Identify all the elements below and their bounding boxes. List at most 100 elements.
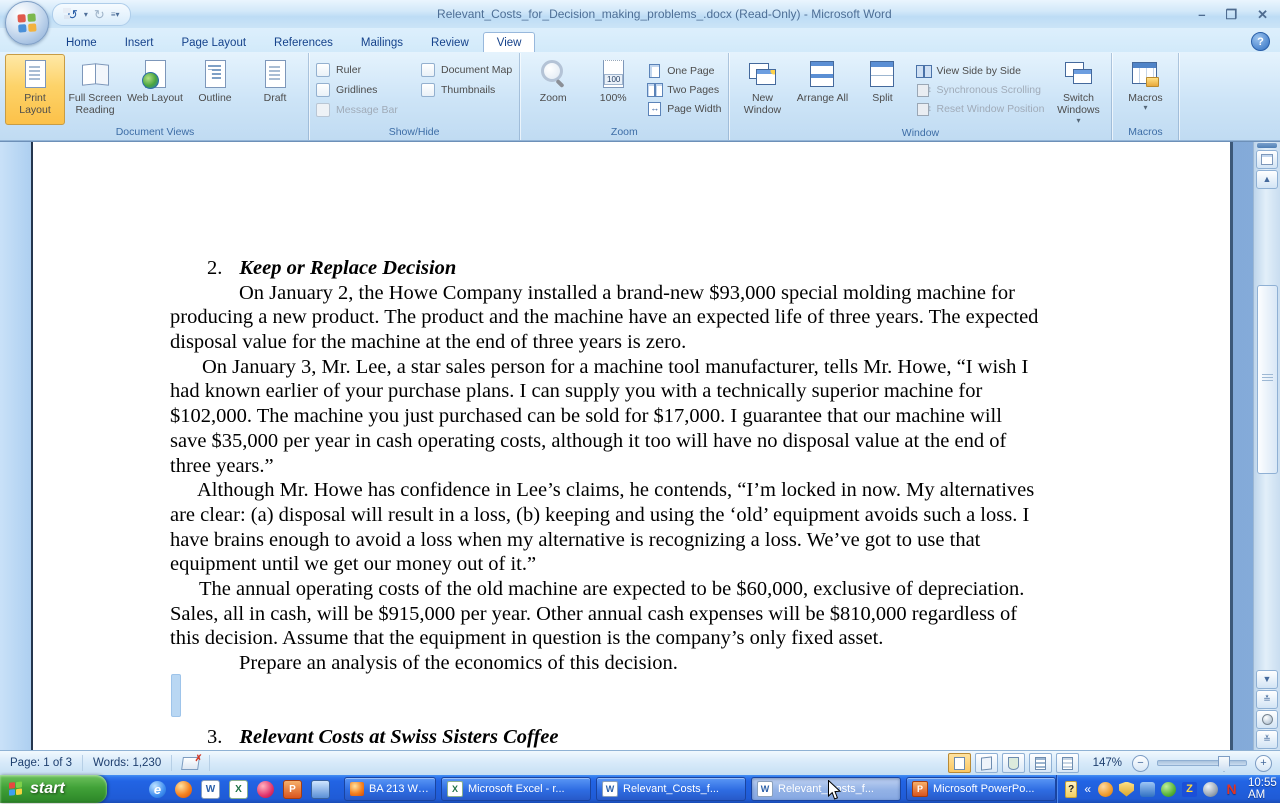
- zoom-100-button[interactable]: 100%: [583, 54, 643, 125]
- word-count[interactable]: Words: 1,230: [83, 755, 172, 771]
- two-pages-button[interactable]: Two Pages: [643, 80, 725, 99]
- new-window-button[interactable]: New Window: [732, 54, 792, 126]
- zonealarm-icon[interactable]: [1182, 782, 1197, 797]
- quick-launch: [149, 780, 330, 799]
- draft-icon: [259, 58, 291, 90]
- document-area: 2.Keep or Replace DecisionOn January 2, …: [0, 141, 1280, 750]
- outline-button[interactable]: Outline: [185, 54, 245, 125]
- blue-utility-icon[interactable]: [1140, 782, 1155, 797]
- page-count[interactable]: Page: 1 of 3: [8, 755, 83, 771]
- view-ruler-toggle-button[interactable]: [1256, 150, 1278, 169]
- start-button[interactable]: start: [0, 775, 107, 803]
- doc-line: On January 3, Mr. Lee, a star sales pers…: [202, 355, 1038, 380]
- taskbar-button[interactable]: Microsoft Excel - r...: [441, 777, 591, 801]
- norton-icon[interactable]: [1224, 782, 1239, 797]
- group-label: Show/Hide: [312, 125, 516, 140]
- document-map-checkbox[interactable]: Document Map: [417, 60, 516, 80]
- excel-icon[interactable]: [229, 780, 248, 799]
- button-label: Full Screen Reading: [67, 92, 123, 117]
- split-button[interactable]: Split: [852, 54, 912, 126]
- minimize-button[interactable]: –: [1198, 8, 1205, 21]
- doc-line: The annual operating costs of the old ma…: [199, 577, 1038, 602]
- group-label: Macros: [1115, 125, 1175, 140]
- vertical-scrollbar[interactable]: ▲ ▼ ≛ ≚: [1253, 142, 1280, 750]
- next-page-button[interactable]: ≚: [1256, 730, 1278, 749]
- ruler-checkbox[interactable]: Ruler: [312, 60, 417, 80]
- taskbar: start BA 213 W11 (Pasc... Microsoft Excel…: [0, 775, 1280, 803]
- message-bar-checkbox: Message Bar: [312, 100, 417, 120]
- tab-view[interactable]: View: [483, 32, 536, 52]
- checkbox-icon: [421, 63, 435, 77]
- scroll-up-button[interactable]: ▲: [1256, 170, 1278, 189]
- powerpoint-icon[interactable]: [283, 780, 302, 799]
- tray-help-icon[interactable]: ?: [1065, 781, 1077, 798]
- zoom-level[interactable]: 147%: [1093, 757, 1122, 769]
- firefox-icon[interactable]: [175, 781, 192, 798]
- network-globe-icon[interactable]: [1203, 782, 1218, 797]
- browse-object-icon: [1262, 714, 1273, 725]
- status-web-layout-button[interactable]: [1002, 753, 1025, 773]
- thumbnails-checkbox[interactable]: Thumbnails: [417, 80, 516, 100]
- split-handle-icon[interactable]: [1257, 143, 1277, 148]
- qat-customize-button[interactable]: ≡▾: [111, 10, 120, 19]
- doc-line: three years.”: [170, 454, 1038, 479]
- restore-button[interactable]: ❐: [1225, 8, 1237, 21]
- one-page-button[interactable]: One Page: [643, 61, 725, 80]
- zoom-slider[interactable]: [1157, 760, 1247, 766]
- item-label: One Page: [667, 65, 714, 77]
- heading-number: 2.: [207, 257, 222, 279]
- scrollbar-thumb[interactable]: [1257, 285, 1278, 474]
- security-shield-icon[interactable]: [1119, 782, 1134, 797]
- help-icon[interactable]: ?: [1251, 32, 1270, 51]
- zoom-button[interactable]: Zoom: [523, 54, 583, 125]
- tab-page-layout[interactable]: Page Layout: [167, 32, 260, 52]
- taskbar-button[interactable]: Relevant_Costs_f...: [751, 777, 901, 801]
- tab-review[interactable]: Review: [417, 32, 483, 52]
- full-screen-reading-button[interactable]: Full Screen Reading: [65, 54, 125, 125]
- office-button[interactable]: [5, 1, 49, 45]
- green-app-icon[interactable]: [1161, 782, 1176, 797]
- taskbar-button[interactable]: BA 213 W11 (Pasc...: [344, 777, 436, 801]
- close-button[interactable]: ✕: [1257, 8, 1268, 21]
- tab-references[interactable]: References: [260, 32, 347, 52]
- gridlines-checkbox[interactable]: Gridlines: [312, 80, 417, 100]
- taskbar-button[interactable]: Microsoft PowerPo...: [906, 777, 1056, 801]
- page-width-button[interactable]: Page Width: [643, 99, 725, 118]
- zoom-slider-thumb[interactable]: [1218, 756, 1230, 772]
- tab-mailings[interactable]: Mailings: [347, 32, 417, 52]
- undo-dropdown-icon[interactable]: ▾: [84, 10, 88, 19]
- word-icon[interactable]: [201, 780, 220, 799]
- print-layout-button[interactable]: Print Layout: [5, 54, 65, 125]
- status-draft-button[interactable]: [1056, 753, 1079, 773]
- zoom-out-button[interactable]: −: [1132, 755, 1149, 772]
- macros-button[interactable]: Macros: [1115, 54, 1175, 125]
- system-tray: ? « 10:55 AM: [1056, 775, 1280, 803]
- tab-home[interactable]: Home: [52, 32, 111, 52]
- select-browse-object-button[interactable]: [1256, 710, 1278, 729]
- document-page[interactable]: 2.Keep or Replace DecisionOn January 2, …: [31, 142, 1233, 750]
- view-side-by-side-button[interactable]: View Side by Side: [912, 61, 1048, 80]
- scroll-down-button[interactable]: ▼: [1256, 670, 1278, 689]
- web-layout-button[interactable]: Web Layout: [125, 54, 185, 125]
- tab-insert[interactable]: Insert: [111, 32, 168, 52]
- status-full-screen-reading-button[interactable]: [975, 753, 998, 773]
- reset-window-position-icon: [916, 101, 931, 116]
- media-app-icon[interactable]: [311, 780, 330, 799]
- group-label: Window: [732, 126, 1108, 141]
- messenger-icon[interactable]: [1098, 782, 1113, 797]
- previous-page-button[interactable]: ≛: [1256, 690, 1278, 709]
- taskbar-button-label: BA 213 W11 (Pasc...: [369, 783, 430, 795]
- internet-explorer-icon[interactable]: [149, 781, 166, 798]
- redo-button[interactable]: ↻: [94, 8, 105, 21]
- status-print-layout-button[interactable]: [948, 753, 971, 773]
- red-key-app-icon[interactable]: [257, 781, 274, 798]
- taskbar-button[interactable]: Relevant_Costs_f...: [596, 777, 746, 801]
- arrange-all-button[interactable]: Arrange All: [792, 54, 852, 126]
- arrange-all-icon: [806, 58, 838, 90]
- proofing-status[interactable]: [172, 755, 210, 771]
- tray-chevron-icon[interactable]: «: [1084, 783, 1091, 795]
- zoom-in-button[interactable]: +: [1255, 755, 1272, 772]
- switch-windows-button[interactable]: Switch Windows: [1048, 54, 1108, 126]
- status-outline-button[interactable]: [1029, 753, 1052, 773]
- draft-button[interactable]: Draft: [245, 54, 305, 125]
